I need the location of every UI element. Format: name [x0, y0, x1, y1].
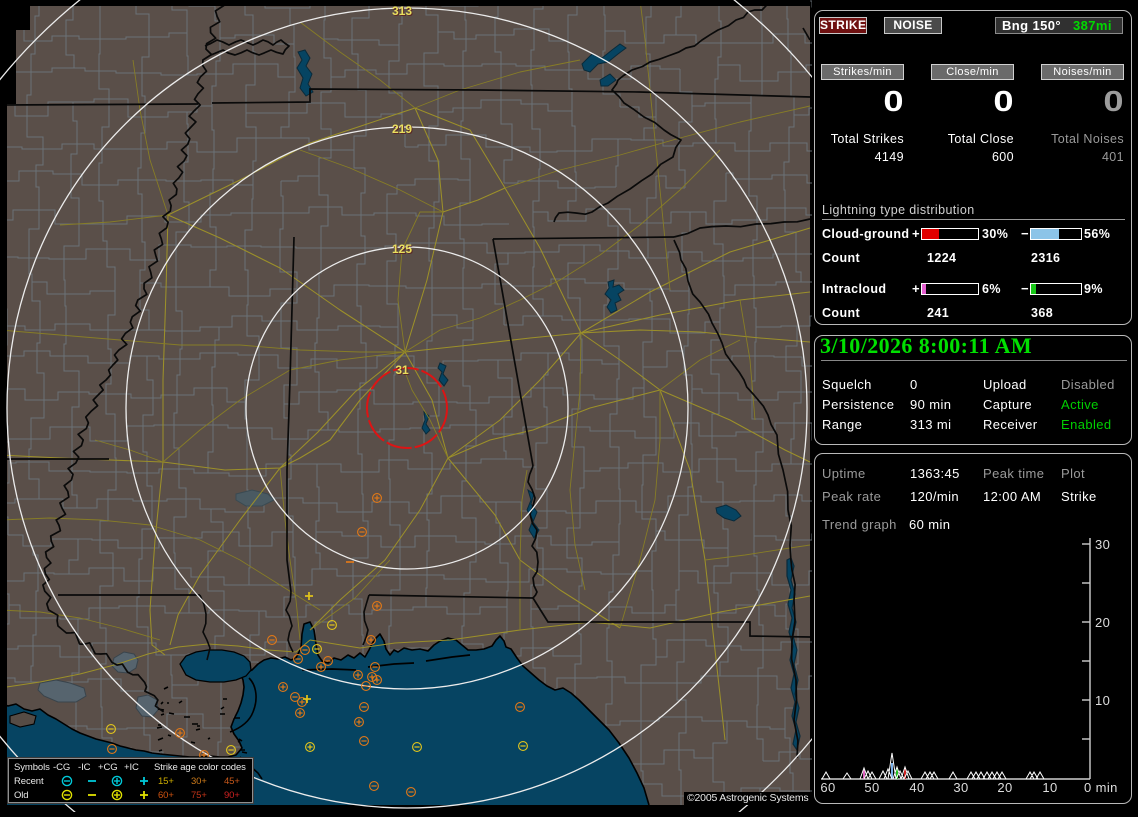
- svg-text:30: 30: [953, 780, 968, 795]
- svg-text:20: 20: [997, 780, 1012, 795]
- svg-text:60: 60: [820, 780, 835, 795]
- svg-text:31: 31: [395, 363, 409, 377]
- svg-text:10: 10: [1095, 693, 1110, 708]
- svg-text:40: 40: [909, 780, 924, 795]
- svg-text:30: 30: [1095, 537, 1110, 552]
- svg-text:313: 313: [392, 4, 412, 18]
- svg-text:0 min: 0 min: [1084, 780, 1118, 795]
- svg-text:20: 20: [1095, 615, 1110, 630]
- svg-text:125: 125: [392, 242, 412, 256]
- svg-text:219: 219: [392, 122, 412, 136]
- svg-text:50: 50: [864, 780, 879, 795]
- svg-text:10: 10: [1042, 780, 1057, 795]
